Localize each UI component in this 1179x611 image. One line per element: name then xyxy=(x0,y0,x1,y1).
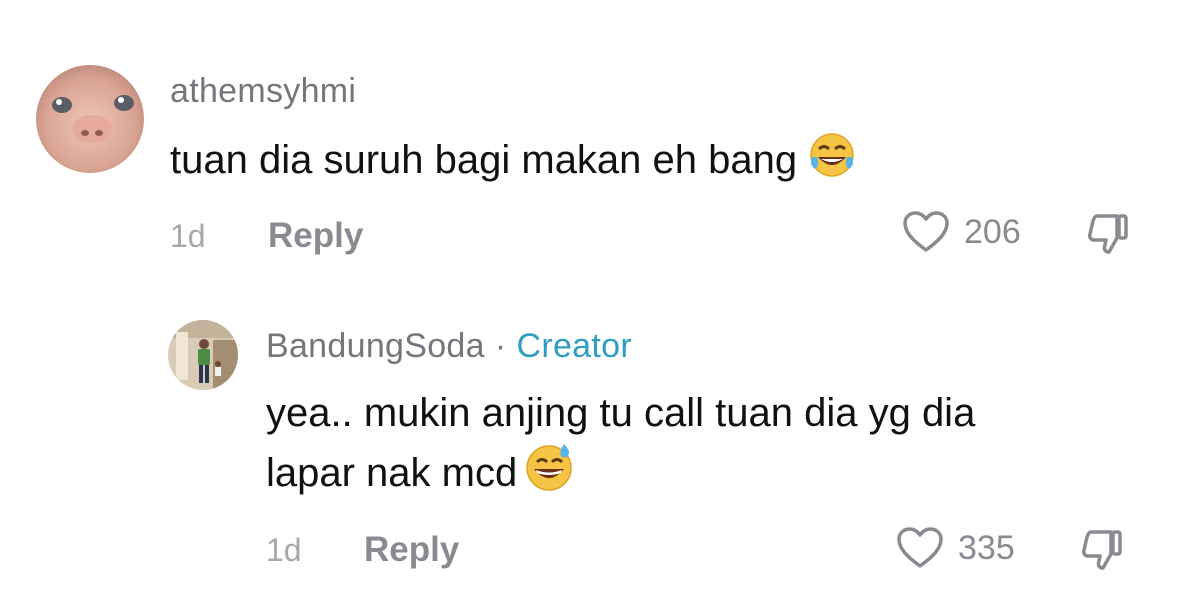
avatar[interactable] xyxy=(168,320,238,390)
heart-icon xyxy=(903,211,949,252)
comment-text-line: lapar nak mcd xyxy=(266,442,1146,508)
username-row: BandungSoda · Creator xyxy=(266,327,632,366)
separator-dot: · xyxy=(494,327,507,365)
comment-time: 1d xyxy=(170,218,206,254)
username[interactable]: BandungSoda xyxy=(266,327,485,365)
heart-icon xyxy=(897,527,943,568)
thumbs-down-icon xyxy=(1088,214,1128,254)
avatar-image xyxy=(168,320,238,390)
comment-text: tuan dia suruh bagi makan eh bang xyxy=(170,131,857,195)
comment-text-line: yea.. mukin anjing tu call tuan dia yg d… xyxy=(266,391,976,435)
reply-button[interactable]: Reply xyxy=(364,530,459,570)
comment-time: 1d xyxy=(266,532,302,568)
comment-text-content: lapar nak mcd xyxy=(266,451,518,495)
username[interactable]: athemsyhmi xyxy=(170,72,356,111)
like-count: 206 xyxy=(964,212,1021,251)
tears-of-joy-emoji xyxy=(807,131,857,195)
grinning-sweat-emoji xyxy=(523,442,575,508)
creator-badge: Creator xyxy=(516,327,632,365)
comment-text: yea.. mukin anjing tu call tuan dia yg d… xyxy=(266,385,1146,508)
like-button[interactable]: 206 xyxy=(902,210,1021,254)
thumbs-down-icon xyxy=(1082,530,1122,570)
avatar-image xyxy=(36,65,144,173)
comment-text-content: tuan dia suruh bagi makan eh bang xyxy=(170,138,798,182)
like-button[interactable]: 335 xyxy=(896,526,1015,570)
like-count: 335 xyxy=(958,528,1015,567)
dislike-button[interactable] xyxy=(1077,526,1125,579)
dislike-button[interactable] xyxy=(1083,210,1131,263)
avatar[interactable] xyxy=(36,65,144,173)
reply-button[interactable]: Reply xyxy=(268,216,363,256)
